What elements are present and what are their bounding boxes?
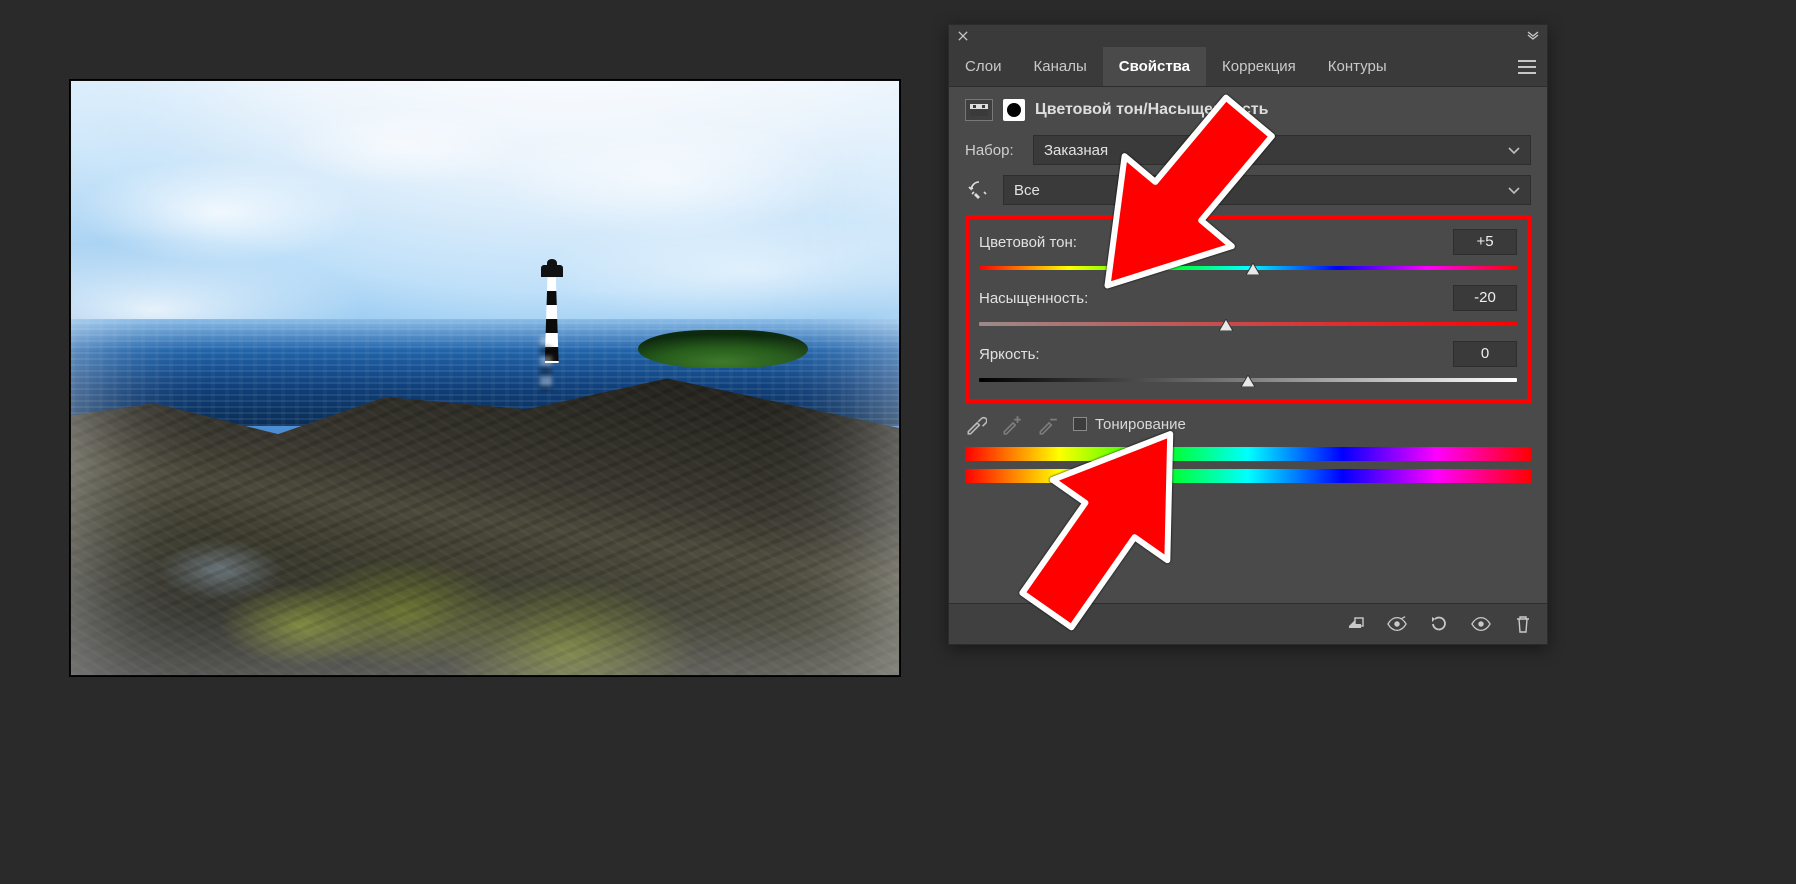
reset-icon[interactable] — [1429, 614, 1449, 634]
colorize-checkbox[interactable]: Тонирование — [1073, 416, 1186, 433]
photo-preview — [71, 81, 899, 675]
workspace: Слои Каналы Свойства Коррекция Контуры Ц… — [0, 0, 1796, 884]
preset-select[interactable]: Заказная — [1033, 135, 1531, 165]
color-range-select[interactable]: Все — [1003, 175, 1531, 205]
hue-value-input[interactable]: +5 — [1453, 229, 1517, 255]
targeted-adjust-icon[interactable] — [965, 178, 993, 202]
canvas[interactable] — [70, 80, 900, 676]
colorize-label: Тонирование — [1095, 416, 1186, 433]
preset-label: Набор: — [965, 142, 1023, 159]
tab-layers[interactable]: Слои — [949, 47, 1017, 86]
view-previous-state-icon[interactable] — [1387, 614, 1407, 634]
collapse-icon[interactable] — [1525, 28, 1541, 44]
panel-tabs: Слои Каналы Свойства Коррекция Контуры — [949, 47, 1547, 87]
panel-footer — [949, 603, 1547, 644]
eyedropper-add-icon — [1001, 413, 1023, 435]
color-range-value: Все — [1014, 182, 1040, 199]
chevron-down-icon — [1508, 182, 1520, 199]
properties-panel: Слои Каналы Свойства Коррекция Контуры Ц… — [948, 24, 1548, 645]
hue-slider-knob[interactable] — [1246, 263, 1260, 275]
hue-slider[interactable] — [979, 261, 1517, 275]
close-icon[interactable] — [955, 28, 971, 44]
lightness-label: Яркость: — [979, 346, 1040, 363]
highlighted-sliders-group: Цветовой тон: +5 Насыщенность: -20 — [965, 215, 1531, 403]
saturation-slider-knob[interactable] — [1219, 319, 1233, 331]
tab-paths[interactable]: Контуры — [1312, 47, 1403, 86]
adjustment-type-icon — [965, 99, 993, 121]
lightness-value-input[interactable]: 0 — [1453, 341, 1517, 367]
clip-to-layer-icon[interactable] — [1345, 614, 1365, 634]
hue-label: Цветовой тон: — [979, 234, 1077, 251]
tab-adjustments[interactable]: Коррекция — [1206, 47, 1312, 86]
lightness-slider[interactable] — [979, 373, 1517, 387]
preset-value: Заказная — [1044, 142, 1108, 159]
tab-properties[interactable]: Свойства — [1103, 47, 1206, 86]
eyedropper-icon[interactable] — [965, 413, 987, 435]
saturation-label: Насыщенность: — [979, 290, 1088, 307]
output-spectrum-bar — [965, 469, 1531, 483]
saturation-value-input[interactable]: -20 — [1453, 285, 1517, 311]
input-spectrum-bar — [965, 447, 1531, 461]
panel-menu-icon[interactable] — [1507, 47, 1547, 86]
chevron-down-icon — [1508, 142, 1520, 159]
saturation-slider[interactable] — [979, 317, 1517, 331]
mask-icon[interactable] — [1003, 99, 1025, 121]
eyedropper-subtract-icon — [1037, 413, 1059, 435]
tab-channels[interactable]: Каналы — [1017, 47, 1102, 86]
delete-icon[interactable] — [1513, 614, 1533, 634]
toggle-visibility-icon[interactable] — [1471, 614, 1491, 634]
lightness-slider-knob[interactable] — [1241, 375, 1255, 387]
adjustment-title: Цветовой тон/Насыщенность — [1035, 101, 1268, 119]
